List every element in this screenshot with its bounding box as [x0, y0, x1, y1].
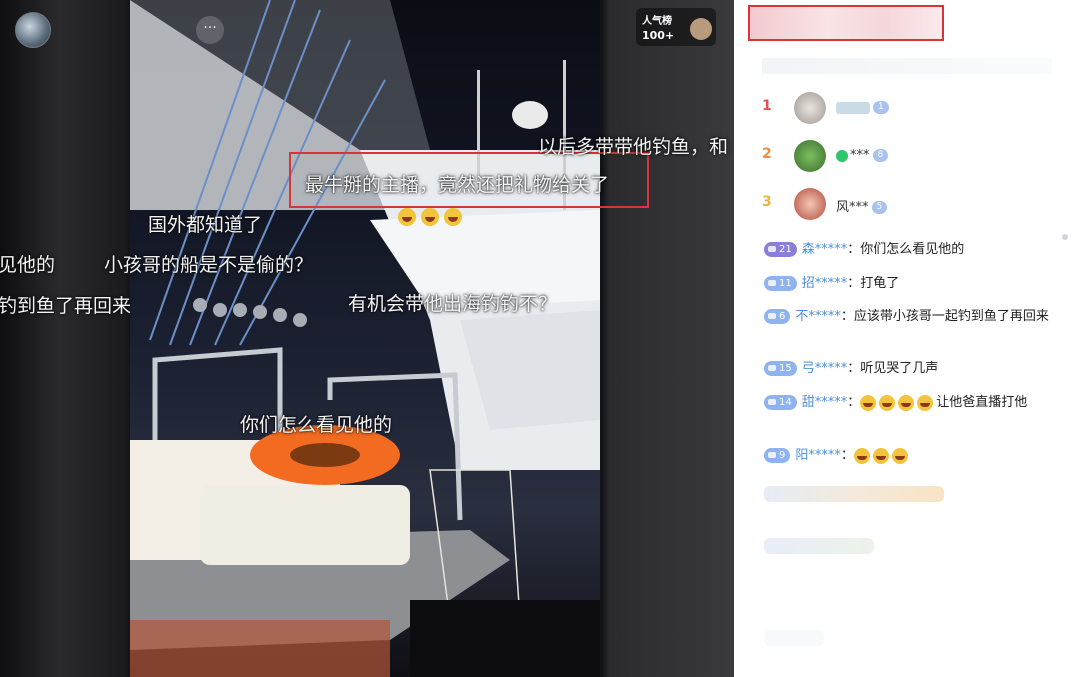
ranking-row[interactable]: 2 *** 8: [762, 140, 1062, 174]
laugh-cry-emoji-icon: [872, 447, 889, 464]
danmu-item: 钓到鱼了再回来: [0, 295, 132, 317]
rank-number: 3: [762, 194, 772, 210]
comment-text: 应该带小孩哥一起钓到鱼了再回来: [853, 309, 1049, 324]
popularity-rank-badge[interactable]: 人气榜 100+: [636, 8, 716, 46]
green-dot-icon: [836, 149, 848, 162]
ranking-row[interactable]: 1 1: [762, 92, 1062, 126]
fan-level-badge: 15: [764, 361, 797, 376]
blurred-title-highlight: [748, 5, 944, 41]
rank-username: 风*** 5: [836, 196, 888, 215]
comment-text: 让他爸直播打他: [936, 395, 1028, 410]
level-badge: 1: [873, 101, 889, 114]
fan-level-badge: 14: [764, 395, 797, 410]
laugh-cry-emoji-icon: [444, 208, 462, 226]
danmu-item: 小孩哥的船是不是偷的？: [104, 254, 314, 276]
avatar: [794, 140, 826, 172]
ranking-row[interactable]: 3 风*** 5: [762, 188, 1062, 222]
laugh-cry-emoji-icon: [398, 208, 416, 226]
live-stream-area: ··· 人气榜 100+ 最牛掰的主播，竟然还把礼物给关了 以后多带带他钓鱼，和…: [0, 0, 734, 677]
fan-level-badge: 11: [764, 276, 797, 291]
chat-comment: 11 招*****：打龟了: [764, 273, 1050, 294]
danmu-item: 以后多带带他钓鱼，和: [538, 136, 729, 158]
comment-text: 听见哭了几声: [860, 361, 939, 376]
chat-comment: 21 森*****：你们怎么看见他的: [764, 239, 1050, 260]
more-options-button[interactable]: ···: [196, 16, 224, 44]
danmu-item: 国外都知道了: [148, 214, 263, 236]
avatar: [794, 92, 826, 124]
danmu-item: 见他的: [0, 254, 56, 276]
danmu-highlighted: 最牛掰的主播，竟然还把礼物给关了: [305, 174, 610, 196]
blurred-comment: [764, 538, 874, 554]
chat-comment: 9 阳*****：: [764, 445, 1050, 466]
level-badge: 8: [872, 149, 889, 162]
laugh-cry-emoji-icon: [421, 208, 439, 226]
laugh-cry-emoji-icon: [891, 447, 908, 464]
video-frame[interactable]: [130, 0, 600, 677]
blurred-subheader: [762, 58, 1052, 74]
comment-text: 你们怎么看见他的: [860, 242, 965, 257]
blurred-comment: [764, 630, 824, 646]
popularity-icon: [690, 18, 712, 40]
comment-username[interactable]: 弓*****: [802, 361, 848, 376]
laugh-cry-emoji-icon: [917, 394, 934, 411]
comment-username[interactable]: 阳*****: [795, 448, 841, 463]
danmu-item: 你们怎么看见他的: [240, 414, 393, 436]
rank-username: *** 8: [836, 148, 889, 163]
laugh-cry-emoji-icon: [898, 394, 915, 411]
rank-username: 1: [836, 100, 889, 115]
rank-number: 2: [762, 146, 772, 162]
danmu-item: 有机会带他出海钓钓不？: [348, 293, 558, 315]
rank-number: 1: [762, 98, 772, 114]
fan-level-badge: 6: [764, 309, 791, 324]
level-badge: 5: [871, 201, 888, 214]
comment-username[interactable]: 森*****: [802, 242, 848, 257]
boat-scene: [130, 0, 600, 677]
chat-comment: 6 不*****：应该带小孩哥一起钓到鱼了再回来: [764, 306, 1050, 327]
comment-username[interactable]: 招*****: [802, 276, 848, 291]
scroll-indicator[interactable]: [1062, 234, 1068, 240]
comment-username[interactable]: 不*****: [795, 309, 841, 324]
avatar: [794, 188, 826, 220]
chat-comment: 15 弓*****：听见哭了几声: [764, 358, 1050, 379]
popularity-label: 人气榜: [642, 16, 672, 27]
popularity-count: 100+: [642, 29, 675, 42]
comment-username[interactable]: 甜*****: [802, 395, 848, 410]
chat-comment: 14 甜*****： 让他爸直播打他: [764, 392, 1050, 413]
blurred-comment: [764, 486, 944, 502]
laugh-cry-emoji-icon: [853, 447, 870, 464]
comment-text: 打龟了: [860, 276, 900, 291]
chat-panel: 1 1 2 *** 8 3 风*** 5 21 森*****：你们怎么看见他的 11 招…: [734, 0, 1080, 677]
laugh-cry-emoji-icon: [879, 394, 896, 411]
fan-level-badge: 9: [764, 448, 791, 463]
danmu-emojis: [398, 208, 467, 230]
laugh-cry-emoji-icon: [860, 394, 877, 411]
streamer-avatar[interactable]: [15, 12, 51, 48]
fan-level-badge: 21: [764, 242, 797, 257]
